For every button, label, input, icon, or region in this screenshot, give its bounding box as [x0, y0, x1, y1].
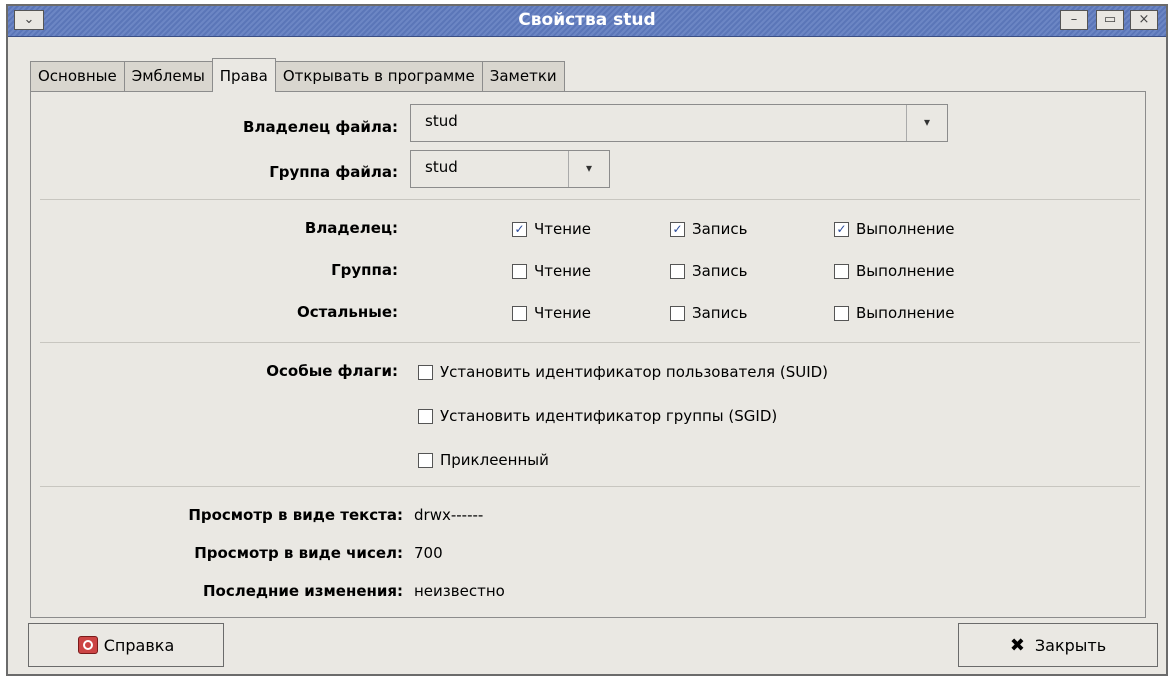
checkbox-label: Выполнение — [856, 304, 955, 322]
tab-notes[interactable]: Заметки — [481, 61, 565, 92]
others-read-checkbox[interactable]: Чтение — [512, 302, 591, 324]
checkbox-label: Установить идентификатор группы (SGID) — [440, 407, 778, 425]
tab-emblems[interactable]: Эмблемы — [123, 61, 213, 92]
separator — [40, 199, 1140, 200]
separator — [40, 342, 1140, 343]
owner-exec-checkbox[interactable]: ✓ Выполнение — [834, 218, 955, 240]
checkbox-box: ✓ — [512, 221, 527, 237]
close-button-label: Закрыть — [1034, 635, 1107, 655]
owner-combo[interactable]: stud ▾ — [410, 104, 948, 142]
close-button[interactable]: ✖ Закрыть — [958, 623, 1158, 667]
last-change-value: неизвестно — [414, 582, 505, 600]
checkbox-label: Чтение — [534, 262, 592, 280]
text-view-value: drwx------ — [414, 506, 484, 524]
perm-owner-label: Владелец: — [304, 219, 398, 237]
maximize-button[interactable]: ▭ — [1096, 10, 1124, 30]
group-label: Группа файла: — [269, 163, 398, 181]
sgid-checkbox[interactable]: Установить идентификатор группы (SGID) — [418, 405, 777, 427]
checkbox-label: Выполнение — [856, 220, 955, 238]
group-exec-checkbox[interactable]: Выполнение — [834, 260, 955, 282]
checkbox-label: Приклеенный — [440, 451, 549, 469]
checkbox-box — [512, 263, 527, 279]
chevron-down-icon[interactable]: ▾ — [906, 105, 947, 141]
separator — [40, 486, 1140, 487]
owner-label: Владелец файла: — [243, 118, 398, 136]
group-value: stud — [425, 158, 458, 176]
checkbox-box — [418, 364, 433, 380]
numeric-view-label: Просмотр в виде чисел: — [194, 544, 403, 562]
checkbox-box — [834, 305, 849, 321]
window-title: Свойства stud — [518, 10, 656, 30]
suid-checkbox[interactable]: Установить идентификатор пользователя (S… — [418, 361, 828, 383]
close-icon: ✖ — [1009, 634, 1025, 656]
checkbox-box — [512, 305, 527, 321]
close-window-button[interactable]: × — [1130, 10, 1158, 30]
checkbox-label: Выполнение — [856, 262, 955, 280]
minimize-button[interactable]: – — [1060, 10, 1088, 30]
owner-read-checkbox[interactable]: ✓ Чтение — [512, 218, 591, 240]
owner-write-checkbox[interactable]: ✓ Запись — [670, 218, 747, 240]
help-lifebuoy-icon — [77, 636, 98, 654]
perm-group-label: Группа: — [331, 261, 398, 279]
help-button-label: Справка — [103, 635, 175, 655]
checkbox-box — [670, 305, 685, 321]
special-flags-label: Особые флаги: — [266, 362, 398, 380]
last-change-label: Последние изменения: — [203, 582, 403, 600]
others-write-checkbox[interactable]: Запись — [670, 302, 747, 324]
title-bar[interactable]: ⌄ Свойства stud – ▭ × — [8, 6, 1166, 37]
others-exec-checkbox[interactable]: Выполнение — [834, 302, 955, 324]
checkbox-label: Установить идентификатор пользователя (S… — [440, 363, 829, 381]
owner-value: stud — [425, 112, 458, 130]
group-combo[interactable]: stud ▾ — [410, 150, 610, 188]
checkbox-box: ✓ — [834, 221, 849, 237]
checkbox-label: Запись — [692, 262, 748, 280]
checkbox-label: Чтение — [534, 220, 592, 238]
group-read-checkbox[interactable]: Чтение — [512, 260, 591, 282]
checkbox-box: ✓ — [670, 221, 685, 237]
checkbox-label: Запись — [692, 220, 748, 238]
tab-basic[interactable]: Основные — [30, 61, 125, 92]
properties-window: ⌄ Свойства stud – ▭ × Основные Эмблемы П… — [6, 4, 1168, 676]
help-button[interactable]: Справка — [28, 623, 224, 667]
text-view-label: Просмотр в виде текста: — [188, 506, 403, 524]
checkbox-label: Запись — [692, 304, 748, 322]
checkbox-label: Чтение — [534, 304, 592, 322]
tab-bar: Основные Эмблемы Права Открывать в прогр… — [30, 58, 565, 92]
chevron-down-icon[interactable]: ▾ — [568, 151, 609, 187]
sticky-checkbox[interactable]: Приклеенный — [418, 449, 549, 471]
checkbox-box — [834, 263, 849, 279]
checkbox-box — [418, 408, 433, 424]
perm-others-label: Остальные: — [296, 303, 398, 321]
checkbox-box — [670, 263, 685, 279]
checkbox-box — [418, 452, 433, 468]
group-write-checkbox[interactable]: Запись — [670, 260, 747, 282]
tab-open-with[interactable]: Открывать в программе — [274, 61, 483, 92]
tab-permissions[interactable]: Права — [211, 58, 276, 92]
numeric-view-value: 700 — [414, 544, 443, 562]
